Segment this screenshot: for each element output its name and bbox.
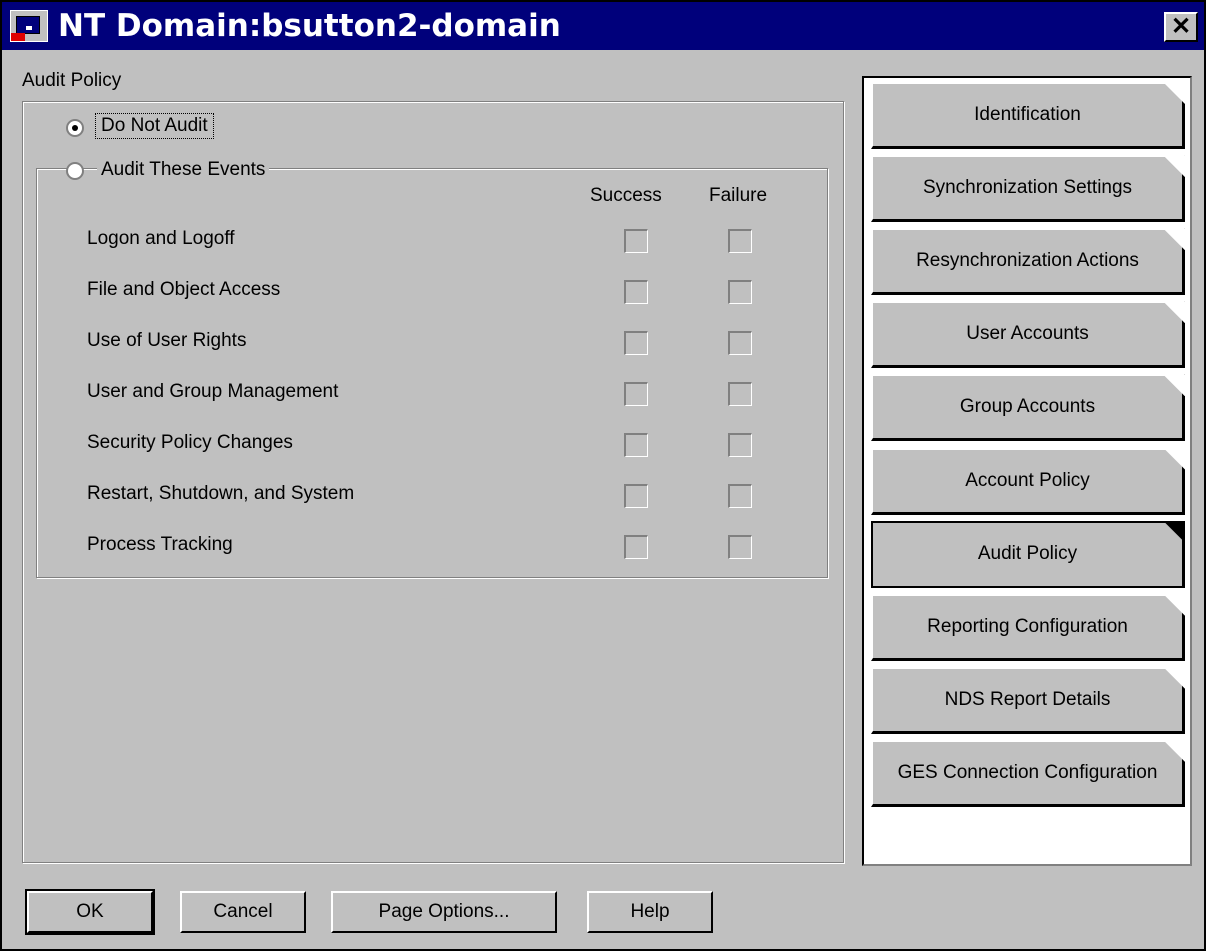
tab-reporting-configuration[interactable]: Reporting Configuration [871, 593, 1185, 661]
do-not-audit-radio[interactable] [66, 119, 84, 137]
tab-account-policy[interactable]: Account Policy [871, 447, 1185, 515]
audit-event-label: Process Tracking [87, 534, 233, 555]
page-corner-icon [1163, 520, 1185, 543]
window-title: NT Domain:bsutton2-domain [58, 8, 561, 44]
tab-nds-report-details[interactable]: NDS Report Details [871, 666, 1185, 734]
title-bar[interactable]: NT Domain:bsutton2-domain ✕ [2, 2, 1204, 50]
audit-event-label: Security Policy Changes [87, 432, 293, 453]
page-corner-icon [1163, 666, 1185, 689]
page-options-button[interactable]: Page Options... [331, 891, 557, 933]
tab-synchronization-settings[interactable]: Synchronization Settings [871, 155, 1185, 223]
tab-label: Synchronization Settings [922, 177, 1133, 199]
tab-label: Identification [974, 104, 1081, 125]
ok-button[interactable]: OK [25, 889, 155, 935]
success-checkbox[interactable] [624, 382, 648, 406]
failure-checkbox[interactable] [728, 331, 752, 355]
page-corner-icon [1163, 374, 1185, 397]
tab-label: Account Policy [965, 469, 1090, 491]
app-icon[interactable] [10, 10, 48, 42]
tab-audit-policy[interactable]: Audit Policy [871, 520, 1185, 588]
page-corner-icon [1163, 593, 1185, 616]
cancel-button[interactable]: Cancel [180, 891, 306, 933]
success-checkbox[interactable] [624, 433, 648, 457]
page-corner-icon [1163, 155, 1185, 178]
page-corner-icon [1163, 739, 1185, 762]
audit-event-label: File and Object Access [87, 279, 281, 300]
success-checkbox[interactable] [624, 331, 648, 355]
tab-ges-connection-configuration[interactable]: GES Connection Configuration [871, 739, 1185, 807]
audit-these-events-label[interactable]: Audit These Events [97, 159, 270, 181]
audit-event-label: Restart, Shutdown, and System [87, 483, 355, 504]
failure-checkbox[interactable] [728, 229, 752, 253]
failure-column-header: Failure [709, 185, 768, 206]
tab-label: Reporting Configuration [927, 615, 1128, 637]
success-checkbox[interactable] [624, 535, 648, 559]
tab-label: NDS Report Details [944, 688, 1111, 710]
success-checkbox[interactable] [624, 484, 648, 508]
success-checkbox[interactable] [624, 229, 648, 253]
success-checkbox[interactable] [624, 280, 648, 304]
tab-identification[interactable]: Identification [871, 82, 1185, 149]
page-corner-icon [1163, 447, 1185, 470]
failure-checkbox[interactable] [728, 382, 752, 406]
tab-resynchronization-actions[interactable]: Resynchronization Actions [871, 228, 1185, 296]
radio-selected-dot [72, 125, 78, 131]
success-column-header: Success [590, 185, 662, 206]
failure-checkbox[interactable] [728, 280, 752, 304]
tab-label: User Accounts [966, 323, 1089, 345]
section-title: Audit Policy [22, 70, 122, 91]
page-corner-icon [1163, 301, 1185, 324]
help-button[interactable]: Help [587, 891, 713, 933]
tab-label: GES Connection Configuration [897, 761, 1158, 783]
page-corner-icon [1163, 228, 1185, 251]
failure-checkbox[interactable] [728, 535, 752, 559]
audit-event-label: Use of User Rights [87, 330, 247, 351]
tab-label: Resynchronization Actions [916, 250, 1139, 272]
page-corner-icon [1163, 82, 1185, 104]
tab-label: Group Accounts [959, 396, 1096, 418]
close-icon[interactable]: ✕ [1164, 12, 1198, 42]
audit-event-label: Logon and Logoff [87, 228, 235, 249]
tab-label: Audit Policy [977, 543, 1078, 565]
tab-user-accounts[interactable]: User Accounts [871, 301, 1185, 369]
tab-group-accounts[interactable]: Group Accounts [871, 374, 1185, 442]
do-not-audit-label[interactable]: Do Not Audit [95, 113, 214, 139]
failure-checkbox[interactable] [728, 433, 752, 457]
audit-these-events-radio[interactable] [66, 162, 84, 180]
failure-checkbox[interactable] [728, 484, 752, 508]
audit-event-label: User and Group Management [87, 381, 339, 402]
